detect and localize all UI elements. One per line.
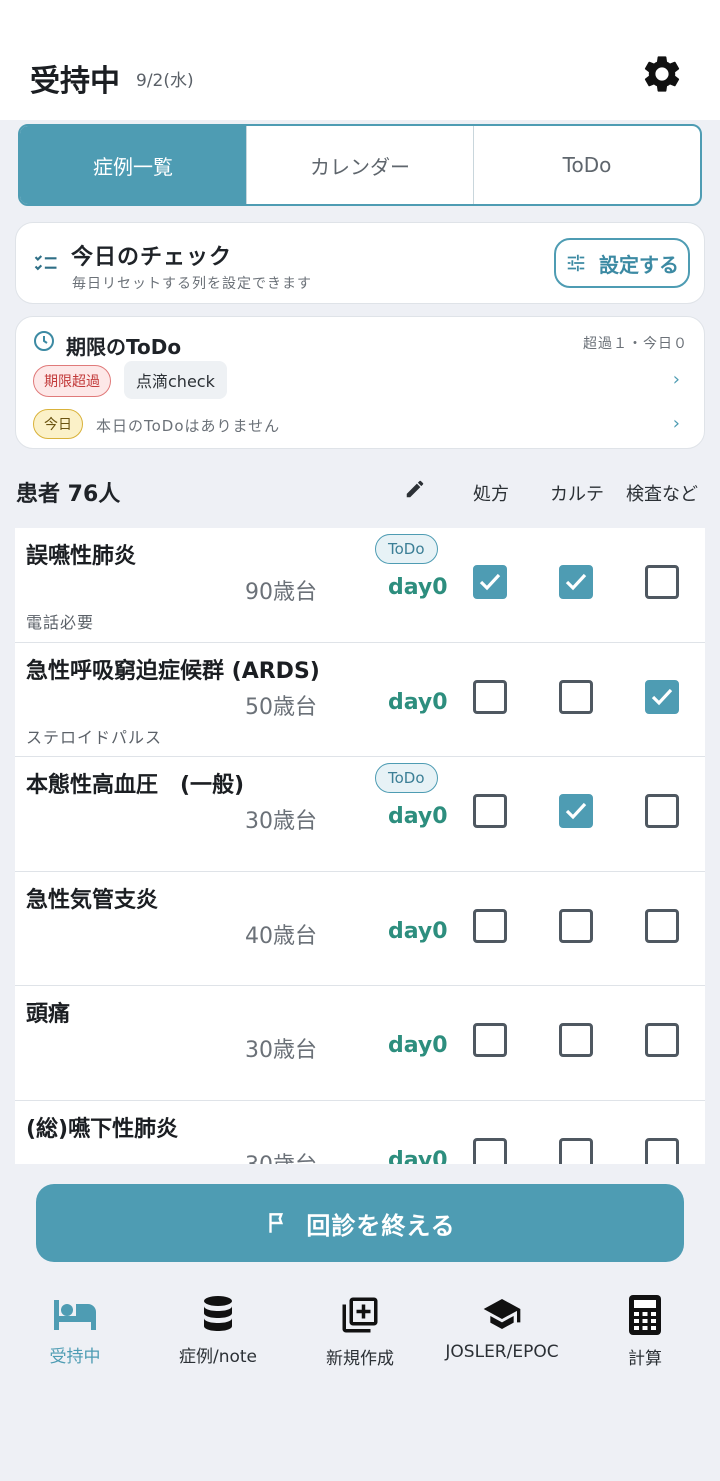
nav-item-cases-note[interactable]: 症例/note (138, 1290, 298, 1367)
patient-row[interactable]: 急性気管支炎 40歳台 day0 (15, 872, 705, 986)
end-rounds-label: 回診を終える (306, 1211, 456, 1240)
nav-label: 症例/note (178, 1347, 258, 1367)
tab-calendar[interactable]: カレンダー (246, 126, 473, 204)
age-group: 30歳台 (245, 809, 317, 834)
deadline-counts: 超過１・今日０ (583, 336, 688, 352)
flag-icon (269, 1213, 284, 1233)
checklist-icon (34, 255, 57, 271)
nav-label: 新規作成 (326, 1349, 394, 1369)
patient-note: 電話必要 (26, 613, 95, 632)
daily-check-card: 今日のチェック 毎日リセットする列を設定できます 設定する (15, 222, 705, 304)
nav-label: JOSLER/EPOC (445, 1342, 559, 1362)
chevron-right-icon[interactable]: › (673, 369, 680, 390)
overdue-item-chip[interactable]: 点滴check (124, 361, 227, 399)
graduation-cap-icon (483, 1299, 521, 1329)
bottom-nav: 受持中 症例/note 新規作成 JOSLER/EPOC 計算 (0, 1290, 720, 1380)
add-box-icon (342, 1297, 378, 1333)
prescription-checkbox[interactable] (473, 794, 507, 828)
tests-checkbox[interactable] (645, 794, 679, 828)
pencil-icon[interactable] (404, 478, 426, 500)
nav-item-new[interactable]: 新規作成 (280, 1290, 440, 1369)
nav-item-active-cases[interactable]: 受持中 (0, 1290, 155, 1367)
deadline-todo-title: 期限のToDo (66, 335, 182, 359)
chart-checkbox[interactable] (559, 794, 593, 828)
today-badge: 今日 (33, 409, 83, 439)
column-tests: 検査など (626, 484, 698, 505)
daily-check-title: 今日のチェック (71, 245, 233, 270)
chart-checkbox[interactable] (559, 565, 593, 599)
app-header: 受持中 9/2(水) (0, 0, 720, 120)
tests-checkbox[interactable] (645, 1023, 679, 1057)
column-prescription: 処方 (473, 484, 509, 505)
patient-row[interactable]: 頭痛 30歳台 day0 (15, 986, 705, 1101)
nav-label: 計算 (628, 1349, 662, 1369)
prescription-checkbox[interactable] (473, 1023, 507, 1057)
hospital-day: day0 (388, 689, 448, 715)
nav-item-calculator[interactable]: 計算 (565, 1290, 720, 1369)
diagnosis-name: (総)嚥下性肺炎 (26, 1116, 179, 1142)
today-none-text: 本日のToDoはありません (96, 417, 281, 435)
patient-row[interactable]: (総)嚥下性肺炎 30歳台 day0 (15, 1101, 705, 1165)
chart-checkbox[interactable] (559, 679, 593, 714)
hospital-day: day0 (388, 1033, 448, 1058)
nav-label: 受持中 (49, 1347, 101, 1367)
chevron-right-icon[interactable]: › (673, 413, 680, 434)
hospital-day: day0 (388, 575, 448, 600)
patient-count: 患者 76人 (16, 482, 121, 507)
hospital-day: day0 (388, 1147, 448, 1165)
gear-icon[interactable] (640, 52, 684, 96)
calculator-icon (629, 1295, 661, 1335)
todo-badge: ToDo (375, 763, 438, 793)
prescription-checkbox[interactable] (473, 679, 507, 714)
page-title: 受持中 (30, 64, 120, 99)
overdue-badge: 期限超過 (33, 365, 111, 397)
column-chart: カルテ (550, 484, 604, 505)
patient-row[interactable]: 本態性高血圧 (一般) ToDo 30歳台 day0 (15, 757, 705, 872)
tab-todo[interactable]: ToDo (473, 126, 700, 204)
age-group: 30歳台 (245, 1038, 317, 1063)
chart-checkbox[interactable] (559, 1137, 593, 1164)
prescription-checkbox[interactable] (473, 1137, 507, 1164)
age-group: 30歳台 (245, 1147, 317, 1165)
age-group: 40歳台 (245, 923, 317, 949)
diagnosis-name: 急性呼吸窮迫症候群 (ARDS) (26, 658, 320, 684)
view-tabs: 症例一覧 カレンダー ToDo (18, 124, 702, 206)
tab-case-list[interactable]: 症例一覧 (20, 126, 246, 204)
daily-check-subtitle: 毎日リセットする列を設定できます (72, 276, 312, 292)
tests-checkbox[interactable] (645, 679, 679, 714)
tests-checkbox[interactable] (645, 565, 679, 599)
age-group: 50歳台 (245, 694, 317, 720)
diagnosis-name: 誤嚥性肺炎 (26, 544, 137, 569)
patient-row[interactable]: 急性呼吸窮迫症候群 (ARDS) 50歳台 day0 ステロイドパルス (15, 643, 705, 757)
end-rounds-button[interactable]: 回診を終える (36, 1184, 684, 1262)
deadline-todo-card[interactable]: 期限のToDo 超過１・今日０ 期限超過 点滴check › 今日 本日のToD… (15, 316, 705, 449)
patient-list: 誤嚥性肺炎 ToDo 90歳台 day0 電話必要 急性呼吸窮迫症候群 (ARD… (15, 528, 705, 1164)
tests-checkbox[interactable] (645, 908, 679, 943)
nav-item-josler-epoc[interactable]: JOSLER/EPOC (422, 1290, 582, 1362)
configure-button[interactable]: 設定する (554, 238, 690, 288)
clock-icon (34, 331, 54, 351)
bed-icon (54, 1300, 96, 1330)
hospital-day: day0 (388, 918, 448, 944)
chart-checkbox[interactable] (559, 1023, 593, 1057)
diagnosis-name: 本態性高血圧 (一般) (26, 773, 245, 798)
database-icon (204, 1296, 232, 1331)
configure-button-label: 設定する (599, 252, 679, 277)
patient-note: ステロイドパルス (26, 727, 163, 747)
hospital-day: day0 (388, 804, 448, 829)
date-label: 9/2(水) (136, 71, 194, 91)
todo-badge: ToDo (375, 534, 438, 564)
tune-icon (567, 254, 585, 272)
age-group: 90歳台 (245, 580, 317, 605)
patient-row[interactable]: 誤嚥性肺炎 ToDo 90歳台 day0 電話必要 (15, 528, 705, 643)
diagnosis-name: 頭痛 (26, 1002, 71, 1027)
prescription-checkbox[interactable] (473, 565, 507, 599)
chart-checkbox[interactable] (559, 908, 593, 943)
diagnosis-name: 急性気管支炎 (26, 887, 159, 913)
prescription-checkbox[interactable] (473, 908, 507, 943)
tests-checkbox[interactable] (645, 1137, 679, 1164)
